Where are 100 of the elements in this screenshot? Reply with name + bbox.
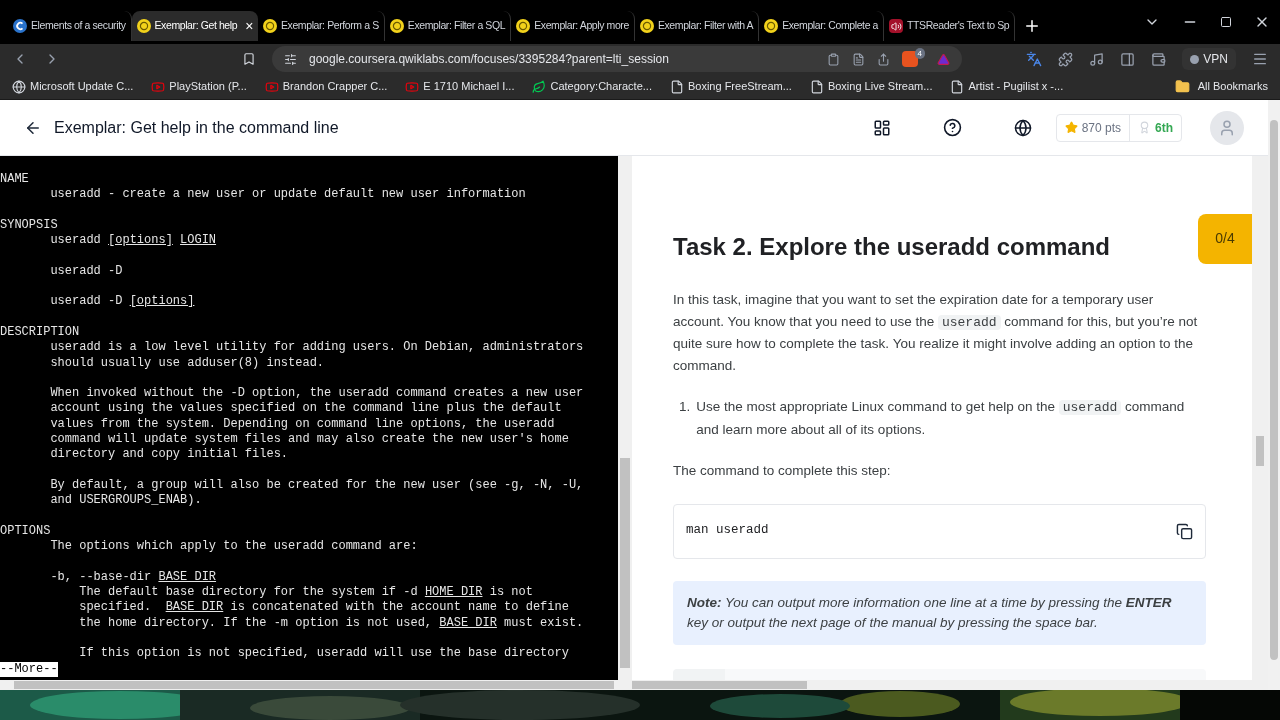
all-bookmarks-button[interactable]: All Bookmarks (1174, 78, 1268, 95)
circle-logo-icon (136, 19, 151, 33)
bookmark-item[interactable]: Boxing FreeStream... (669, 78, 792, 95)
terminal-line: SYNOPSIS (0, 217, 58, 234)
circle-logo-icon (389, 19, 404, 33)
browser-tab[interactable]: Exemplar: Filter a SQL (384, 11, 512, 41)
page-icon (950, 79, 965, 94)
command-text: man useradd (686, 522, 770, 540)
circle-logo-icon (262, 19, 277, 33)
dashboard-icon[interactable] (872, 118, 891, 137)
terminal-line: The default base directory for the system if -d HOME_DIR is not (78, 585, 533, 601)
browser-tab[interactable]: Exemplar: Filter with A (634, 11, 760, 41)
terminal-line: The options which apply to the useradd command are: (49, 539, 418, 555)
music-icon[interactable] (1089, 51, 1105, 67)
bookmark-item[interactable]: E 1710 Michael I... (405, 78, 515, 95)
sidebar-icon[interactable] (1120, 51, 1136, 67)
command-label: The command to complete this step: (673, 462, 892, 480)
terminal-line: useradd is a low level utility for adding users. On Debian, administrators (49, 340, 584, 356)
more-prompt: --More-- (0, 661, 58, 677)
tab-title: Exemplar: Complete a (782, 18, 879, 34)
tab-title: Exemplar: Get help (154, 18, 238, 34)
translate-icon[interactable] (1026, 51, 1043, 67)
browser-tab[interactable]: Exemplar: Get help × (131, 11, 258, 41)
page-title: Exemplar: Get help in the command line (54, 117, 339, 138)
terminal-line: command will update system files and may also create the new user's home (49, 432, 569, 448)
coursera-icon (13, 19, 27, 33)
browser-tab[interactable]: TTSReader's Text to Sp (884, 11, 1016, 41)
bookmark-item[interactable]: Microsoft Update C... (12, 78, 134, 95)
task-description: In this task, imagine that you want to set the expiration date for a temporary user account. You know that you need to use the useradd command for this, but you’re not quite sure how to complete the task. You realize it might involve adding an option to the command. (673, 291, 1199, 375)
tab-title: Elements of a security (31, 18, 126, 34)
reader-icon[interactable] (851, 52, 865, 66)
speaker-icon (889, 19, 904, 33)
panel-horizontal-scrollbar[interactable] (632, 680, 1268, 690)
bookmark-icon[interactable] (242, 52, 256, 66)
tab-title: Exemplar: Apply more (534, 18, 629, 34)
step-number: 1. (679, 398, 691, 416)
terminal-line: the home directory. If the -m option is not used, BASE_DIR must exist. (78, 615, 584, 631)
points-text: 870 pts (1056, 114, 1130, 141)
wallet-icon[interactable] (1151, 51, 1167, 67)
address-field[interactable]: google.coursera.qwiklabs.com/focuses/3395284?parent=lti_session 4 (272, 46, 962, 72)
browser-tab[interactable]: Exemplar: Perform a S (257, 11, 385, 41)
tab-title: Exemplar: Perform a S (280, 18, 379, 34)
video-icon (405, 79, 420, 94)
terminal-line: If this option is not specified, useradd will use the base directory (78, 646, 569, 662)
circle-logo-icon (764, 19, 779, 33)
vpn-button[interactable]: VPN (1182, 48, 1236, 70)
terminal-line: specified. BASE_DIR is concatenated with the account name to define (78, 600, 569, 616)
page-scrollbar[interactable] (1268, 100, 1280, 690)
scrollbar[interactable] (618, 156, 632, 680)
step-text: Use the most appropriate Linux command to get help on the useradd command and learn more about all of its options. (696, 398, 1186, 439)
folder-icon (1174, 79, 1190, 94)
terminal-line: useradd - create a new user or update default new user information (49, 187, 526, 203)
terminal-line: DESCRIPTION (0, 324, 80, 341)
tab-title: TTSReader's Text to Sp (907, 18, 1010, 34)
rank-text: 6th (1130, 118, 1181, 137)
page-icon (809, 79, 824, 94)
globe-icon (12, 79, 26, 94)
count-badge: 4 (914, 48, 925, 59)
progress-badge: 0/4 (1198, 214, 1252, 264)
task-heading: Task 2. Explore the useradd command (673, 232, 1112, 262)
panel-scrollbar[interactable] (1252, 156, 1268, 680)
terminal-line: and USERGROUPS_ENAB). (49, 493, 202, 509)
page-icon (669, 79, 684, 94)
circle-logo-icon (516, 19, 531, 33)
browser-tab[interactable]: Elements of a security (8, 11, 132, 41)
terminal-line: useradd -D [options] (49, 294, 195, 310)
brave-shield-icon[interactable] (901, 51, 918, 67)
terminal-line: values from the system. Depending on command line options, the useradd (49, 416, 555, 433)
terminal-line: directory and copy initial files. (49, 447, 289, 463)
close-tab-button[interactable]: × (245, 19, 253, 33)
language-icon[interactable] (1013, 118, 1032, 137)
bookmark-item[interactable]: PlayStation (P... (151, 78, 247, 95)
share-icon[interactable] (876, 52, 890, 66)
bookmark-item[interactable]: Artist - Pugilist x -... (950, 78, 1064, 95)
terminal-line: should usually use adduser(8) instead. (49, 355, 325, 371)
terminal-line: account using the values specified on the command line plus the default (49, 401, 562, 417)
terminal-line: -b, --base-dir BASE_DIR (49, 569, 217, 585)
terminal-line: When invoked without the -D option, the useradd command creates a new user (49, 386, 584, 402)
medal-icon (1138, 121, 1151, 134)
leaf-icon (532, 79, 547, 94)
tab-title: Exemplar: Filter a SQL (407, 18, 506, 34)
puzzle-icon[interactable] (1058, 51, 1074, 67)
video-icon (264, 79, 279, 94)
terminal-line: NAME (0, 172, 29, 188)
terminal-line: useradd [options] LOGIN (49, 233, 217, 249)
horizontal-scrollbar[interactable] (0, 680, 632, 690)
bookmark-item[interactable]: Brandon Crapper C... (264, 78, 388, 95)
help-icon[interactable] (942, 118, 962, 137)
clipboard-icon[interactable] (826, 52, 840, 66)
copy-icon[interactable] (1176, 522, 1193, 540)
browser-tab[interactable]: Exemplar: Complete a (759, 11, 885, 41)
terminal-line: useradd -D (49, 263, 123, 280)
site-settings-icon[interactable] (284, 52, 297, 66)
bookmark-item[interactable]: Boxing Live Stream... (809, 78, 933, 95)
maximize-icon[interactable] (1220, 16, 1232, 28)
menu-icon[interactable] (1252, 51, 1268, 67)
tab-title: Exemplar: Filter with A (657, 18, 754, 34)
browser-tab[interactable]: Exemplar: Apply more (511, 11, 635, 41)
note-text: Note: You can output more information one line at a time by pressing the ENTER key or output the next page of the manual by pressing the space bar. (687, 593, 1173, 632)
bookmark-item[interactable]: Category:Characte... (532, 78, 652, 95)
